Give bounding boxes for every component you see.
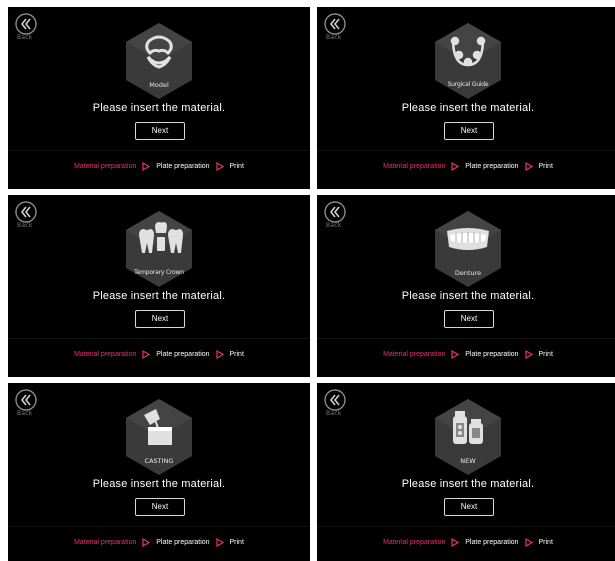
step-print: Print [229,351,244,358]
next-button[interactable]: Next [444,498,494,516]
double-chevron-left-icon [15,201,37,223]
back-label: Back [17,410,33,417]
step-arrow-icon [215,350,224,359]
material-hexagon: Model [124,21,194,101]
material-hexagon: NEW [433,397,503,477]
progress-steps: Material preparation Plate preparation P… [317,350,615,359]
denture-icon [447,228,489,250]
back-button[interactable] [324,389,346,411]
divider [317,526,615,527]
divider [8,150,310,151]
progress-steps: Material preparation Plate preparation P… [8,162,310,171]
step-plate-preparation: Plate preparation [156,163,210,170]
step-material-preparation: Material preparation [74,539,137,546]
back-label: Back [17,222,33,229]
back-label: Back [326,34,342,41]
next-button[interactable]: Next [135,122,185,140]
step-arrow-icon [524,538,533,547]
step-plate-preparation: Plate preparation [156,351,210,358]
material-label: Model [149,81,169,89]
next-button[interactable]: Next [135,310,185,328]
divider [8,526,310,527]
material-panel-model: Back Model Please insert the material. N… [8,7,310,189]
material-panel-temporary-crown: Back Temporary Crown Please insert the m… [8,195,310,377]
progress-steps: Material preparation Plate preparation P… [317,162,615,171]
step-arrow-icon [451,538,460,547]
step-material-preparation: Material preparation [383,163,446,170]
step-material-preparation: Material preparation [383,539,446,546]
double-chevron-left-icon [324,13,346,35]
step-arrow-icon [451,350,460,359]
material-hexagon: CASTING [124,397,194,477]
back-button[interactable] [15,13,37,35]
step-arrow-icon [215,162,224,171]
material-screens-grid: Back Model Please insert the material. N… [0,0,615,561]
step-arrow-icon [451,162,460,171]
material-label: Temporary Crown [134,269,184,276]
step-material-preparation: Material preparation [383,351,446,358]
divider [317,338,615,339]
back-button[interactable] [324,201,346,223]
double-chevron-left-icon [324,201,346,223]
step-arrow-icon [142,350,151,359]
progress-steps: Material preparation Plate preparation P… [8,350,310,359]
back-label: Back [17,34,33,41]
divider [317,150,615,151]
insert-prompt: Please insert the material. [401,102,535,114]
divider [8,338,310,339]
next-button[interactable]: Next [444,310,494,328]
step-plate-preparation: Plate preparation [465,163,519,170]
double-chevron-left-icon [324,389,346,411]
step-material-preparation: Material preparation [74,163,137,170]
back-label: Back [326,410,342,417]
insert-prompt: Please insert the material. [92,478,226,490]
step-print: Print [229,163,244,170]
double-chevron-left-icon [15,389,37,411]
step-print: Print [538,539,553,546]
step-print: Print [538,163,553,170]
step-print: Print [229,539,244,546]
step-arrow-icon [215,538,224,547]
step-material-preparation: Material preparation [74,351,137,358]
double-chevron-left-icon [15,13,37,35]
step-plate-preparation: Plate preparation [465,351,519,358]
material-hexagon: Temporary Crown [124,209,194,289]
back-button[interactable] [324,13,346,35]
next-button[interactable]: Next [135,498,185,516]
back-button[interactable] [15,201,37,223]
material-label: CASTING [144,457,174,465]
back-button[interactable] [15,389,37,411]
step-arrow-icon [142,162,151,171]
step-arrow-icon [142,538,151,547]
material-label: Surgical Guide [447,81,489,88]
progress-steps: Material preparation Plate preparation P… [317,538,615,547]
insert-prompt: Please insert the material. [92,290,226,302]
back-label: Back [326,222,342,229]
material-panel-surgical-guide: Back Surgical Guide Please insert the ma… [317,7,615,189]
step-arrow-icon [524,350,533,359]
material-panel-casting: Back CASTING Please insert the material.… [8,383,310,561]
next-button[interactable]: Next [444,122,494,140]
insert-prompt: Please insert the material. [401,290,535,302]
step-print: Print [538,351,553,358]
material-label: NEW [460,457,476,465]
material-panel-new: Back NEW Please insert the material. Nex… [317,383,615,561]
progress-steps: Material preparation Plate preparation P… [8,538,310,547]
step-plate-preparation: Plate preparation [156,539,210,546]
insert-prompt: Please insert the material. [92,102,226,114]
material-panel-denture: Back Denture Please insert the material.… [317,195,615,377]
material-hexagon: Surgical Guide [433,21,503,101]
step-plate-preparation: Plate preparation [465,539,519,546]
material-label: Denture [454,269,482,277]
material-hexagon: Denture [433,209,503,289]
step-arrow-icon [524,162,533,171]
insert-prompt: Please insert the material. [401,478,535,490]
